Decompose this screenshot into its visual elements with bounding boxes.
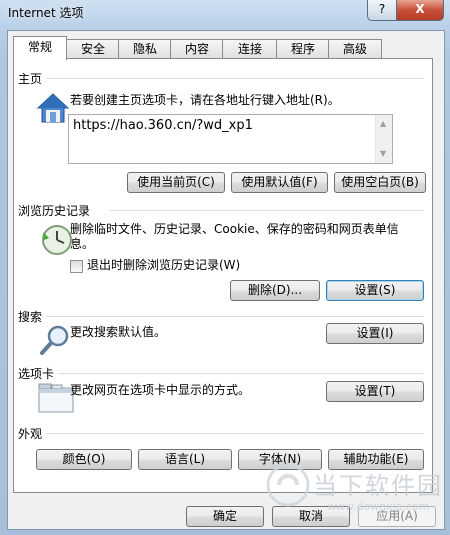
tab-privacy[interactable]: 隐私	[118, 39, 172, 59]
tabs-separator	[58, 373, 424, 374]
use-current-button[interactable]: 使用当前页(C)	[127, 172, 225, 193]
scroll-up-icon: ▲	[380, 119, 387, 128]
close-icon: X	[415, 2, 425, 16]
fonts-button[interactable]: 字体(N)	[238, 449, 322, 470]
appearance-heading: 外观	[18, 427, 43, 441]
delete-on-exit-checkbox[interactable]	[70, 260, 83, 273]
colors-button[interactable]: 颜色(O)	[36, 449, 132, 470]
address-scrollbar[interactable]: ▲ ▼	[375, 115, 392, 163]
tab-general[interactable]: 常规	[13, 36, 67, 60]
apply-button[interactable]: 应用(A)	[358, 506, 436, 527]
ok-button[interactable]: 确定	[186, 506, 264, 527]
homepage-address-value: https://hao.360.cn/?wd_xp1	[73, 118, 253, 133]
tab-advanced[interactable]: 高级	[328, 39, 382, 59]
search-description: 更改搜索默认值。	[70, 325, 167, 339]
help-button[interactable]: ?	[367, 0, 397, 21]
history-separator	[110, 210, 424, 211]
homepage-description: 若要创建主页选项卡，请在各地址行键入地址(R)。	[70, 93, 340, 107]
tab-connections[interactable]: 连接	[222, 39, 278, 59]
tabs-heading: 选项卡	[18, 367, 55, 381]
homepage-separator	[46, 78, 424, 79]
search-settings-button[interactable]: 设置(I)	[326, 323, 424, 344]
history-settings-button[interactable]: 设置(S)	[326, 280, 424, 301]
tabs-description: 更改网页在选项卡中显示的方式。	[70, 383, 251, 397]
delete-on-exit-label: 退出时删除浏览历史记录(W)	[87, 258, 241, 272]
close-button[interactable]: X	[396, 0, 444, 21]
magnifier-icon	[40, 325, 69, 355]
window-title: Internet 选项	[8, 6, 84, 20]
tabs-icon	[38, 383, 74, 413]
delete-history-button[interactable]: 删除(D)...	[230, 280, 320, 301]
search-separator	[46, 316, 424, 317]
tab-programs[interactable]: 程序	[276, 39, 330, 59]
tab-security[interactable]: 安全	[66, 39, 120, 59]
history-description: 删除临时文件、历史记录、Cookie、保存的密码和网页表单信息。	[70, 222, 399, 251]
cancel-button[interactable]: 取消	[272, 506, 350, 527]
dialog-body: 常规 安全 隐私 内容 连接 程序 高级 主页 若要创建主页选项卡，请在各地址行…	[7, 30, 445, 530]
tabs-settings-button[interactable]: 设置(T)	[326, 381, 424, 402]
scroll-down-icon: ▼	[380, 149, 387, 158]
homepage-address-input[interactable]: https://hao.360.cn/?wd_xp1 ▲ ▼	[68, 114, 393, 164]
house-icon	[36, 93, 70, 123]
use-blank-button[interactable]: 使用空白页(B)	[334, 172, 426, 193]
clock-history-icon	[42, 225, 72, 255]
accessibility-button[interactable]: 辅助功能(E)	[328, 449, 424, 470]
use-default-button[interactable]: 使用默认值(F)	[231, 172, 328, 193]
homepage-heading: 主页	[18, 72, 43, 86]
tab-page-general: 主页 若要创建主页选项卡，请在各地址行键入地址(R)。 https://hao.…	[13, 58, 433, 493]
history-heading: 浏览历史记录	[18, 204, 91, 218]
tab-content[interactable]: 内容	[170, 39, 224, 59]
languages-button[interactable]: 语言(L)	[138, 449, 232, 470]
dialog-window: Internet 选项 ? X 常规 安全 隐私 内容 连接 程序 高级 主页 …	[0, 0, 450, 535]
appearance-separator	[46, 433, 424, 434]
